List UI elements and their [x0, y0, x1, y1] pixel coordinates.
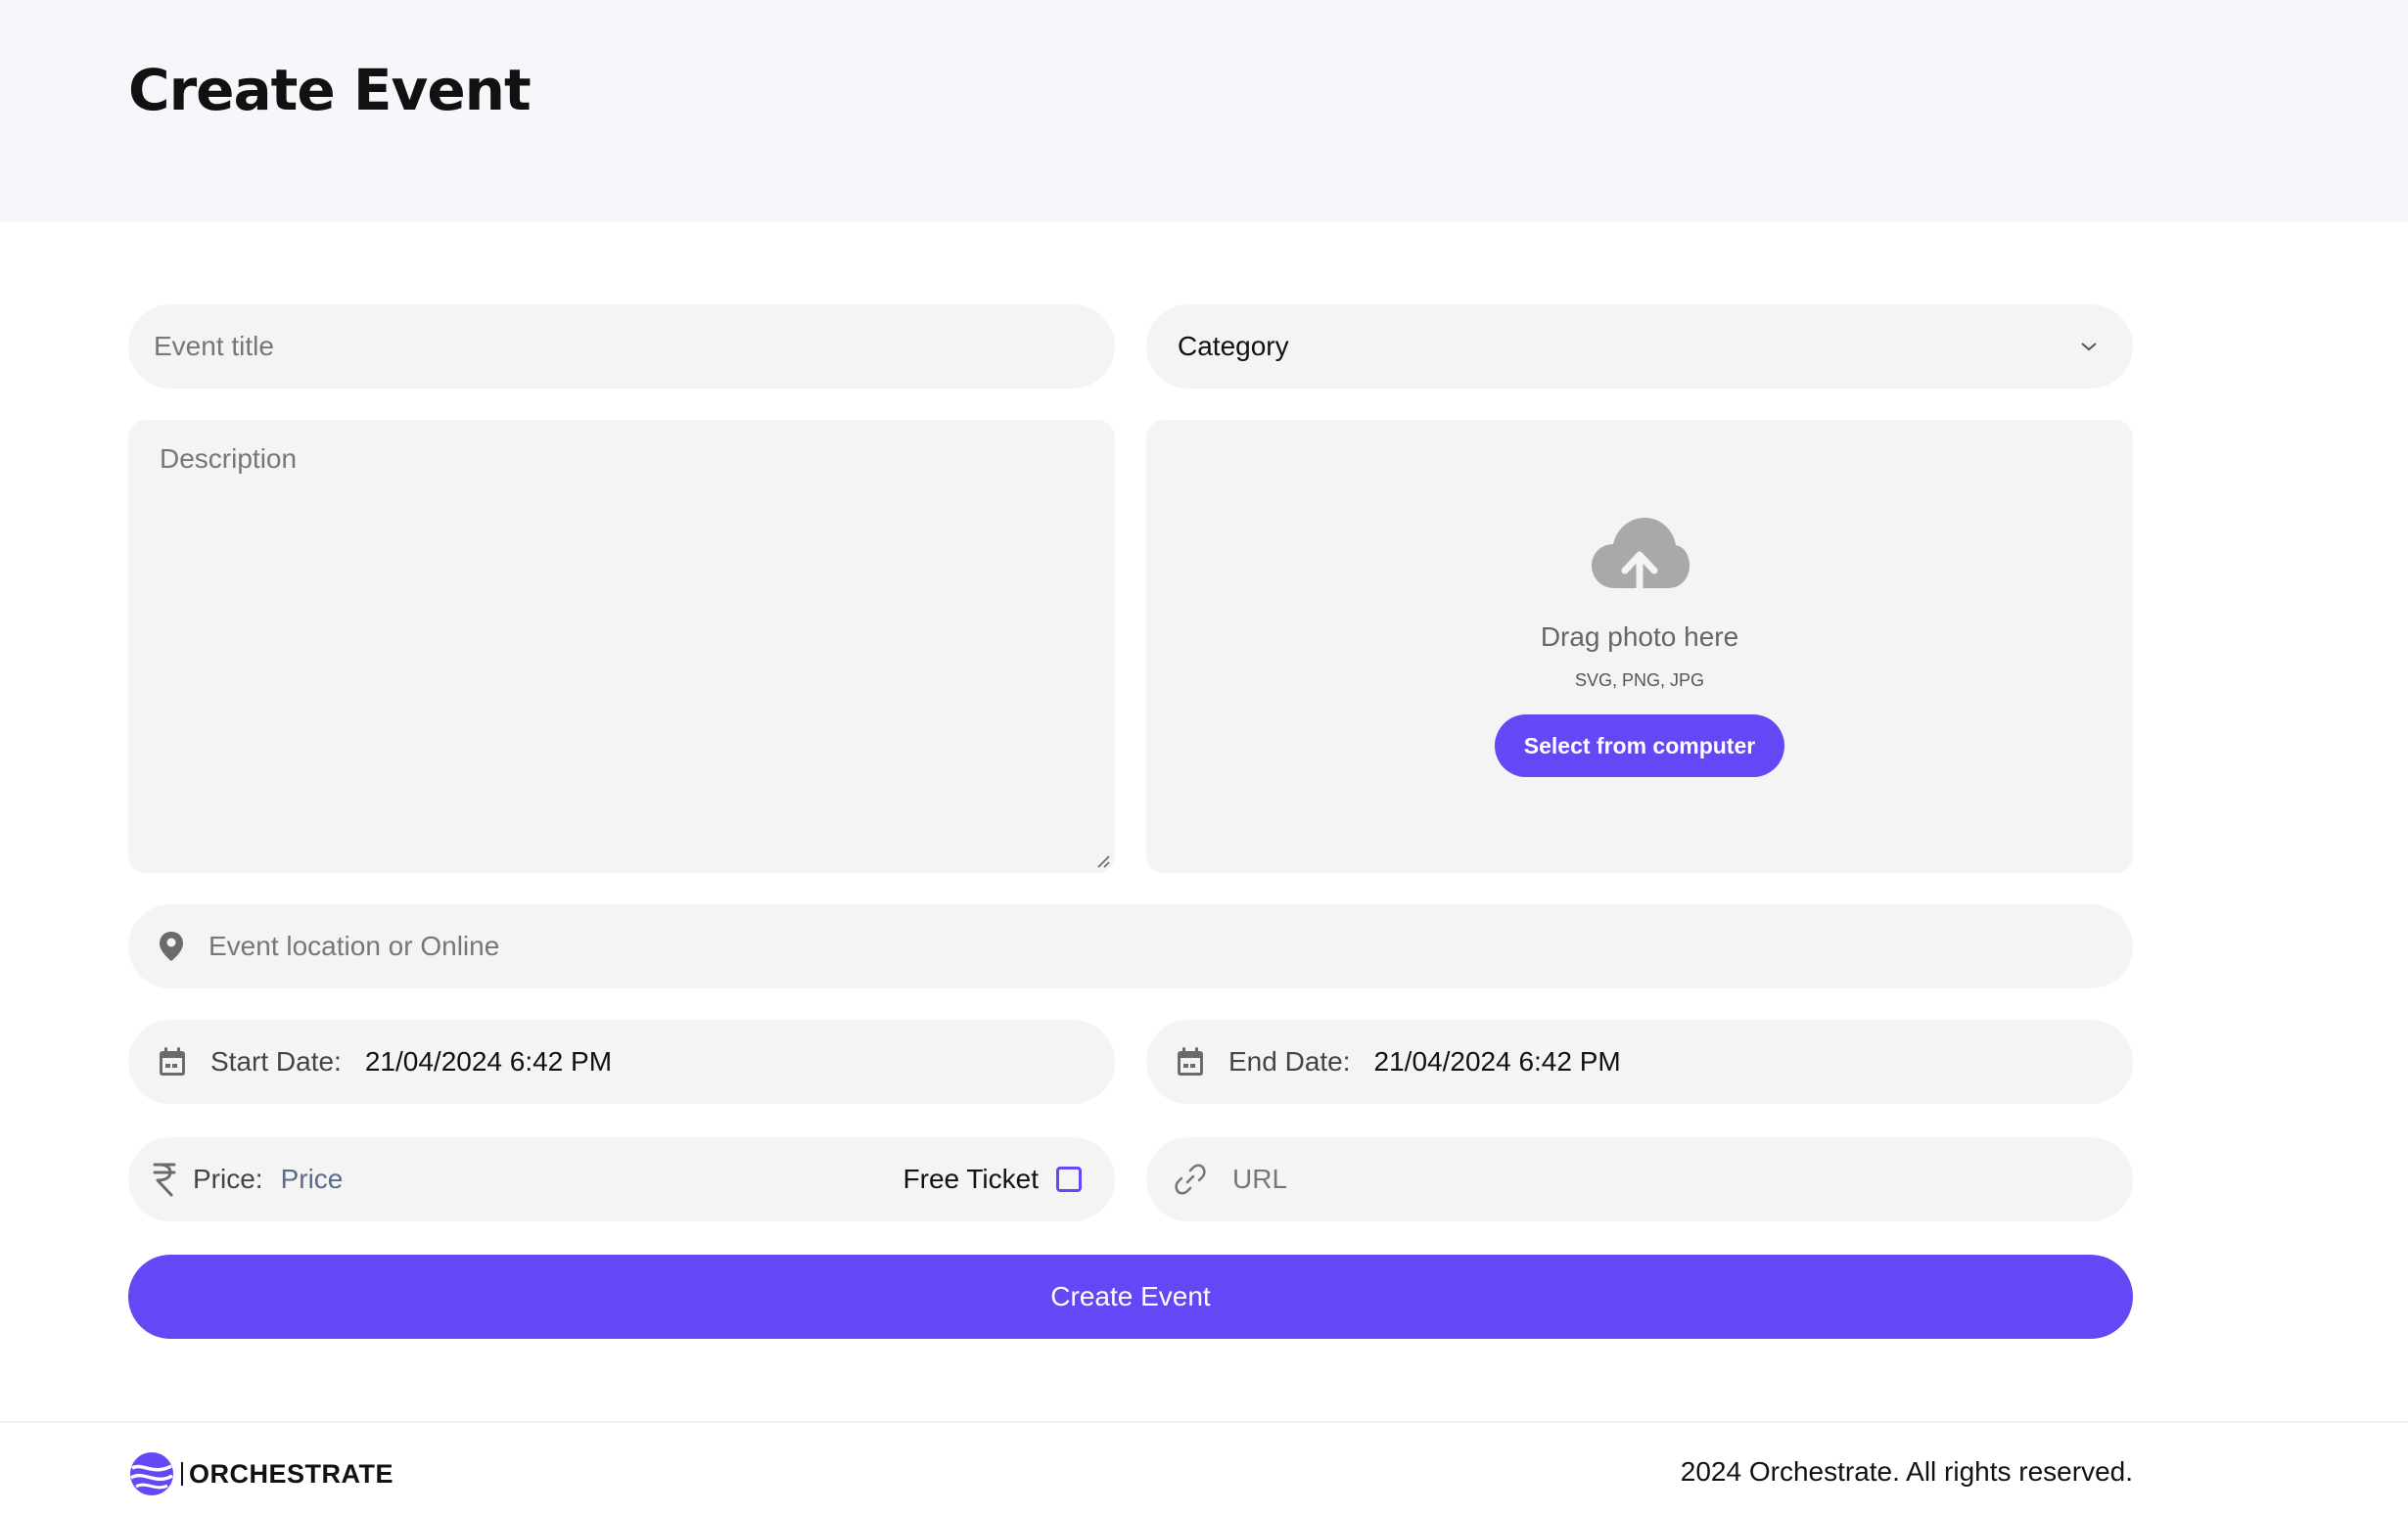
chevron-down-icon — [2080, 341, 2098, 352]
price-field: Price: Price Free Ticket — [128, 1137, 1115, 1221]
end-date-label: End Date: — [1228, 1046, 1351, 1077]
url-placeholder: URL — [1232, 1164, 1288, 1194]
page-title: Create Event — [128, 57, 532, 123]
create-event-button[interactable]: Create Event — [128, 1255, 2133, 1339]
url-input[interactable]: URL — [1146, 1137, 2133, 1221]
category-selected-value: Category — [1178, 331, 1289, 361]
description-textarea[interactable]: Description — [128, 420, 1115, 873]
event-title-input[interactable]: Event title — [128, 304, 1115, 389]
dropzone-formats: SVG, PNG, JPG — [1574, 670, 1705, 690]
price-label: Price: — [193, 1164, 263, 1194]
brand[interactable]: ORCHESTRATE — [128, 1450, 394, 1497]
category-select[interactable]: Category — [1146, 304, 2133, 389]
dropzone-heading: Drag photo here — [1540, 621, 1739, 652]
photo-dropzone[interactable]: Drag photo here SVG, PNG, JPG Select fro… — [1146, 420, 2133, 873]
select-from-computer-button[interactable]: Select from computer — [1495, 714, 1784, 777]
resize-handle-icon[interactable] — [1095, 853, 1111, 869]
cloud-upload-icon — [1588, 512, 1691, 600]
end-date-value[interactable]: 21/04/2024 6:42 PM — [1374, 1046, 1621, 1078]
map-pin-icon — [158, 930, 185, 963]
event-location-placeholder: Event location or Online — [208, 931, 500, 961]
description-placeholder: Description — [160, 443, 298, 474]
create-event-form: Event title Category Description Drag ph… — [0, 222, 2408, 1421]
free-ticket-checkbox[interactable] — [1056, 1167, 1082, 1192]
copyright-text: 2024 Orchestrate. All rights reserved. — [1680, 1456, 2133, 1487]
start-date-value[interactable]: 21/04/2024 6:42 PM — [365, 1046, 612, 1078]
brand-name: ORCHESTRATE — [189, 1458, 394, 1489]
rupee-icon — [152, 1162, 177, 1197]
free-ticket-label: Free Ticket — [903, 1164, 1039, 1194]
end-date-field[interactable]: End Date: 21/04/2024 6:42 PM — [1146, 1020, 2133, 1104]
page-header: Create Event — [0, 0, 2408, 222]
page-footer: ORCHESTRATE 2024 Orchestrate. All rights… — [0, 1421, 2408, 1515]
calendar-icon — [158, 1046, 187, 1078]
event-location-input[interactable]: Event location or Online — [128, 904, 2133, 988]
start-date-label: Start Date: — [210, 1046, 342, 1077]
orchestrate-logo-icon — [128, 1450, 175, 1497]
start-date-field[interactable]: Start Date: 21/04/2024 6:42 PM — [128, 1020, 1115, 1104]
calendar-icon — [1176, 1046, 1205, 1078]
price-input[interactable]: Price — [281, 1164, 903, 1195]
event-title-placeholder: Event title — [154, 331, 274, 361]
link-icon — [1174, 1163, 1207, 1196]
brand-divider — [181, 1462, 183, 1486]
